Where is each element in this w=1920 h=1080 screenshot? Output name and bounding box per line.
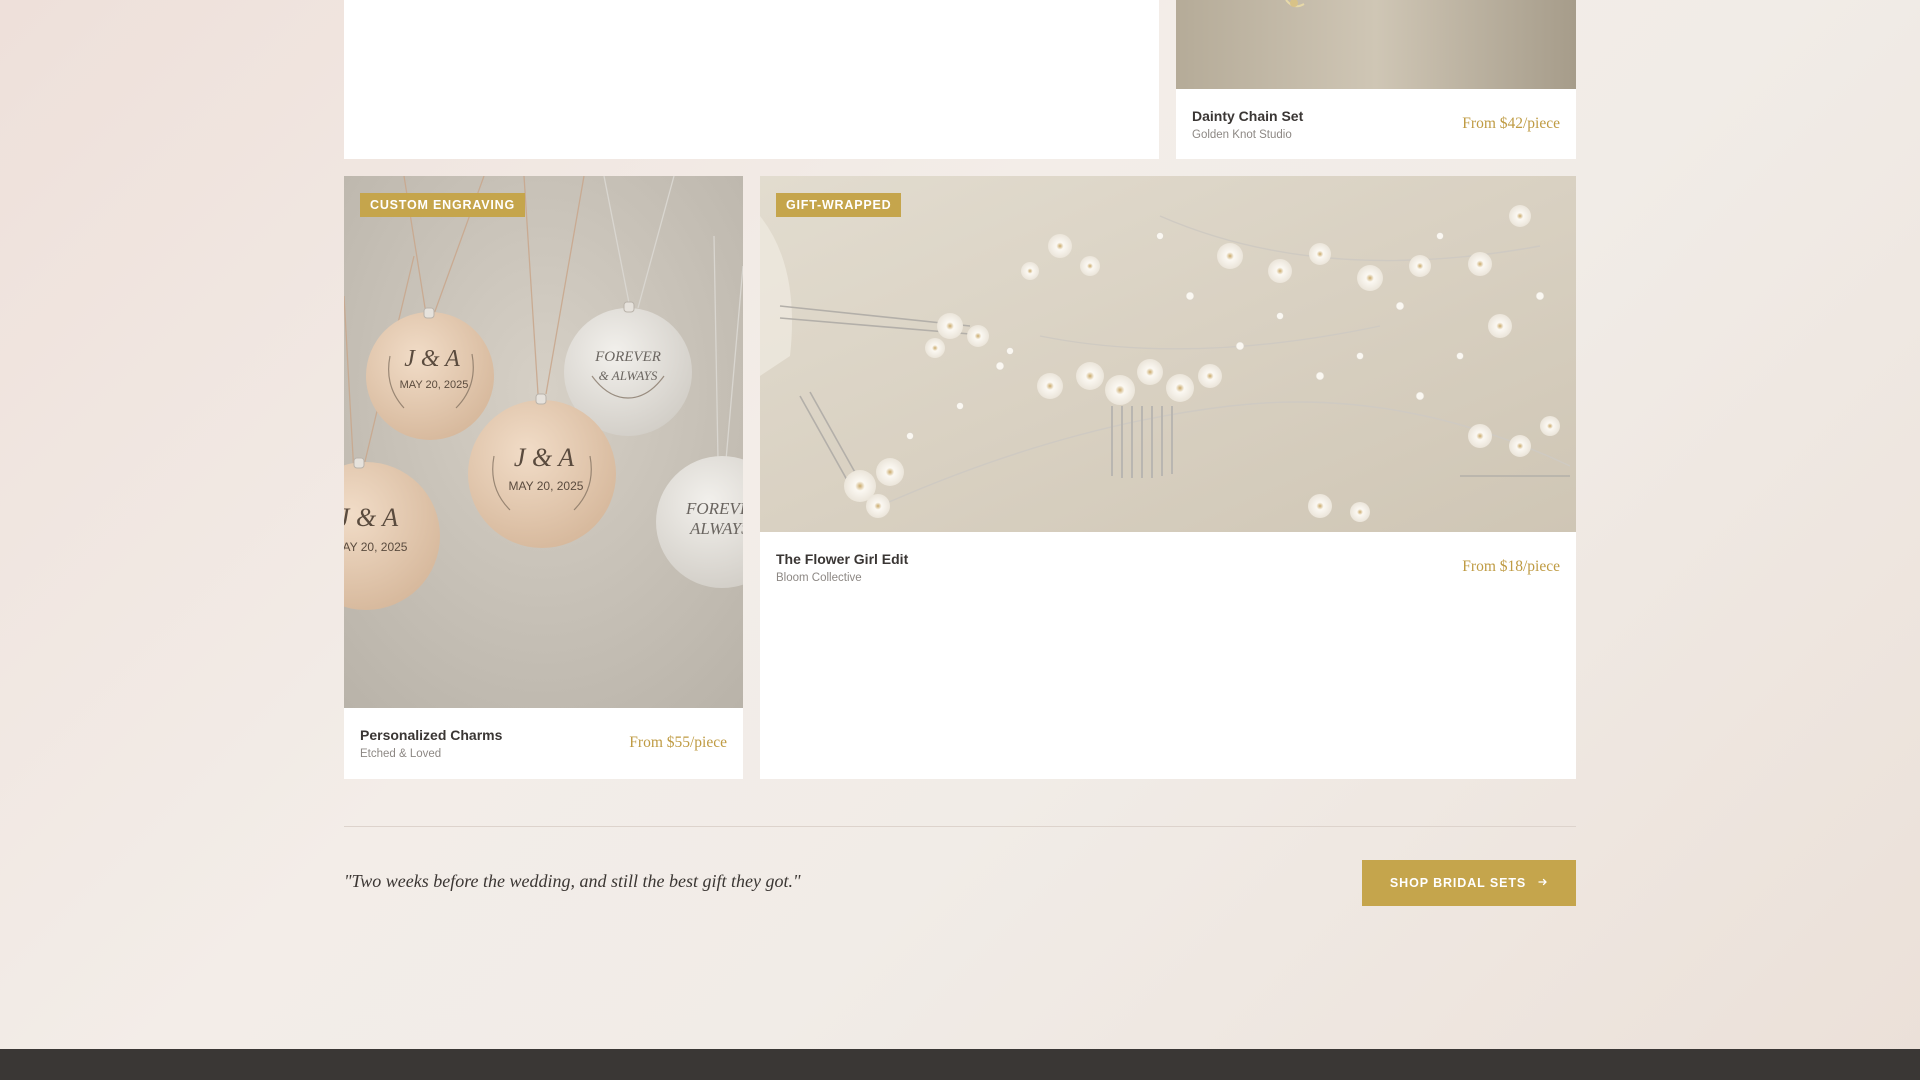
cta-label: SHOP BRIDAL SETS <box>1389 876 1527 890</box>
charm-initials: J & A <box>514 443 574 472</box>
charm-date: MAY 20, 2025 <box>400 379 469 391</box>
charm-date: MAY 20, 2025 <box>344 540 408 554</box>
section-divider <box>344 826 1576 827</box>
product-title[interactable]: The Flower Girl Edit <box>776 551 908 567</box>
charm-motto-line1: FOREVER <box>594 349 661 365</box>
gift-wrapped-badge: GIFT-WRAPPED <box>776 193 902 217</box>
product-card-dainty-chain-set[interactable]: Dainty Chain Set Golden Knot Studio From… <box>1176 0 1576 159</box>
shop-bridal-sets-button[interactable]: SHOP BRIDAL SETS <box>1362 860 1576 906</box>
product-maker: Bloom Collective <box>776 572 862 584</box>
custom-engraving-badge: CUSTOM ENGRAVING <box>360 193 525 217</box>
product-price: From $18/piece <box>1462 558 1560 575</box>
product-maker: Etched & Loved <box>360 748 442 760</box>
charm-date: MAY 20, 2025 <box>509 479 584 493</box>
charm-initials: J & A <box>344 503 398 532</box>
charm-initials: J & A <box>404 346 460 372</box>
product-card-flower-girl-edit[interactable]: GIFT-WRAPPED The Flower Girl Edit Bloom … <box>760 176 1576 779</box>
product-title[interactable]: Dainty Chain Set <box>1192 108 1303 124</box>
featured-card-top[interactable] <box>344 0 1159 159</box>
charm-motto-line2: ALWAYS <box>689 519 743 538</box>
product-maker: Golden Knot Studio <box>1192 129 1292 141</box>
testimonial-quote: "Two weeks before the wedding, and still… <box>344 871 801 891</box>
product-image: GIFT-WRAPPED <box>760 176 1576 532</box>
charm-motto-line1: FOREVER <box>685 499 743 518</box>
arrow-right-icon <box>1538 876 1548 890</box>
product-price: From $42/piece <box>1462 115 1560 132</box>
product-image <box>1176 0 1576 89</box>
product-card-personalized-charms[interactable]: J & A MAY 20, 2025 FOREVER & ALWAYS J & … <box>344 176 743 779</box>
product-image: J & A MAY 20, 2025 FOREVER & ALWAYS J & … <box>344 176 743 708</box>
product-title[interactable]: Personalized Charms <box>360 727 502 743</box>
charm-motto-line2: & ALWAYS <box>599 368 658 383</box>
site-footer <box>0 1049 1920 1080</box>
product-price: From $55/piece <box>629 734 727 751</box>
